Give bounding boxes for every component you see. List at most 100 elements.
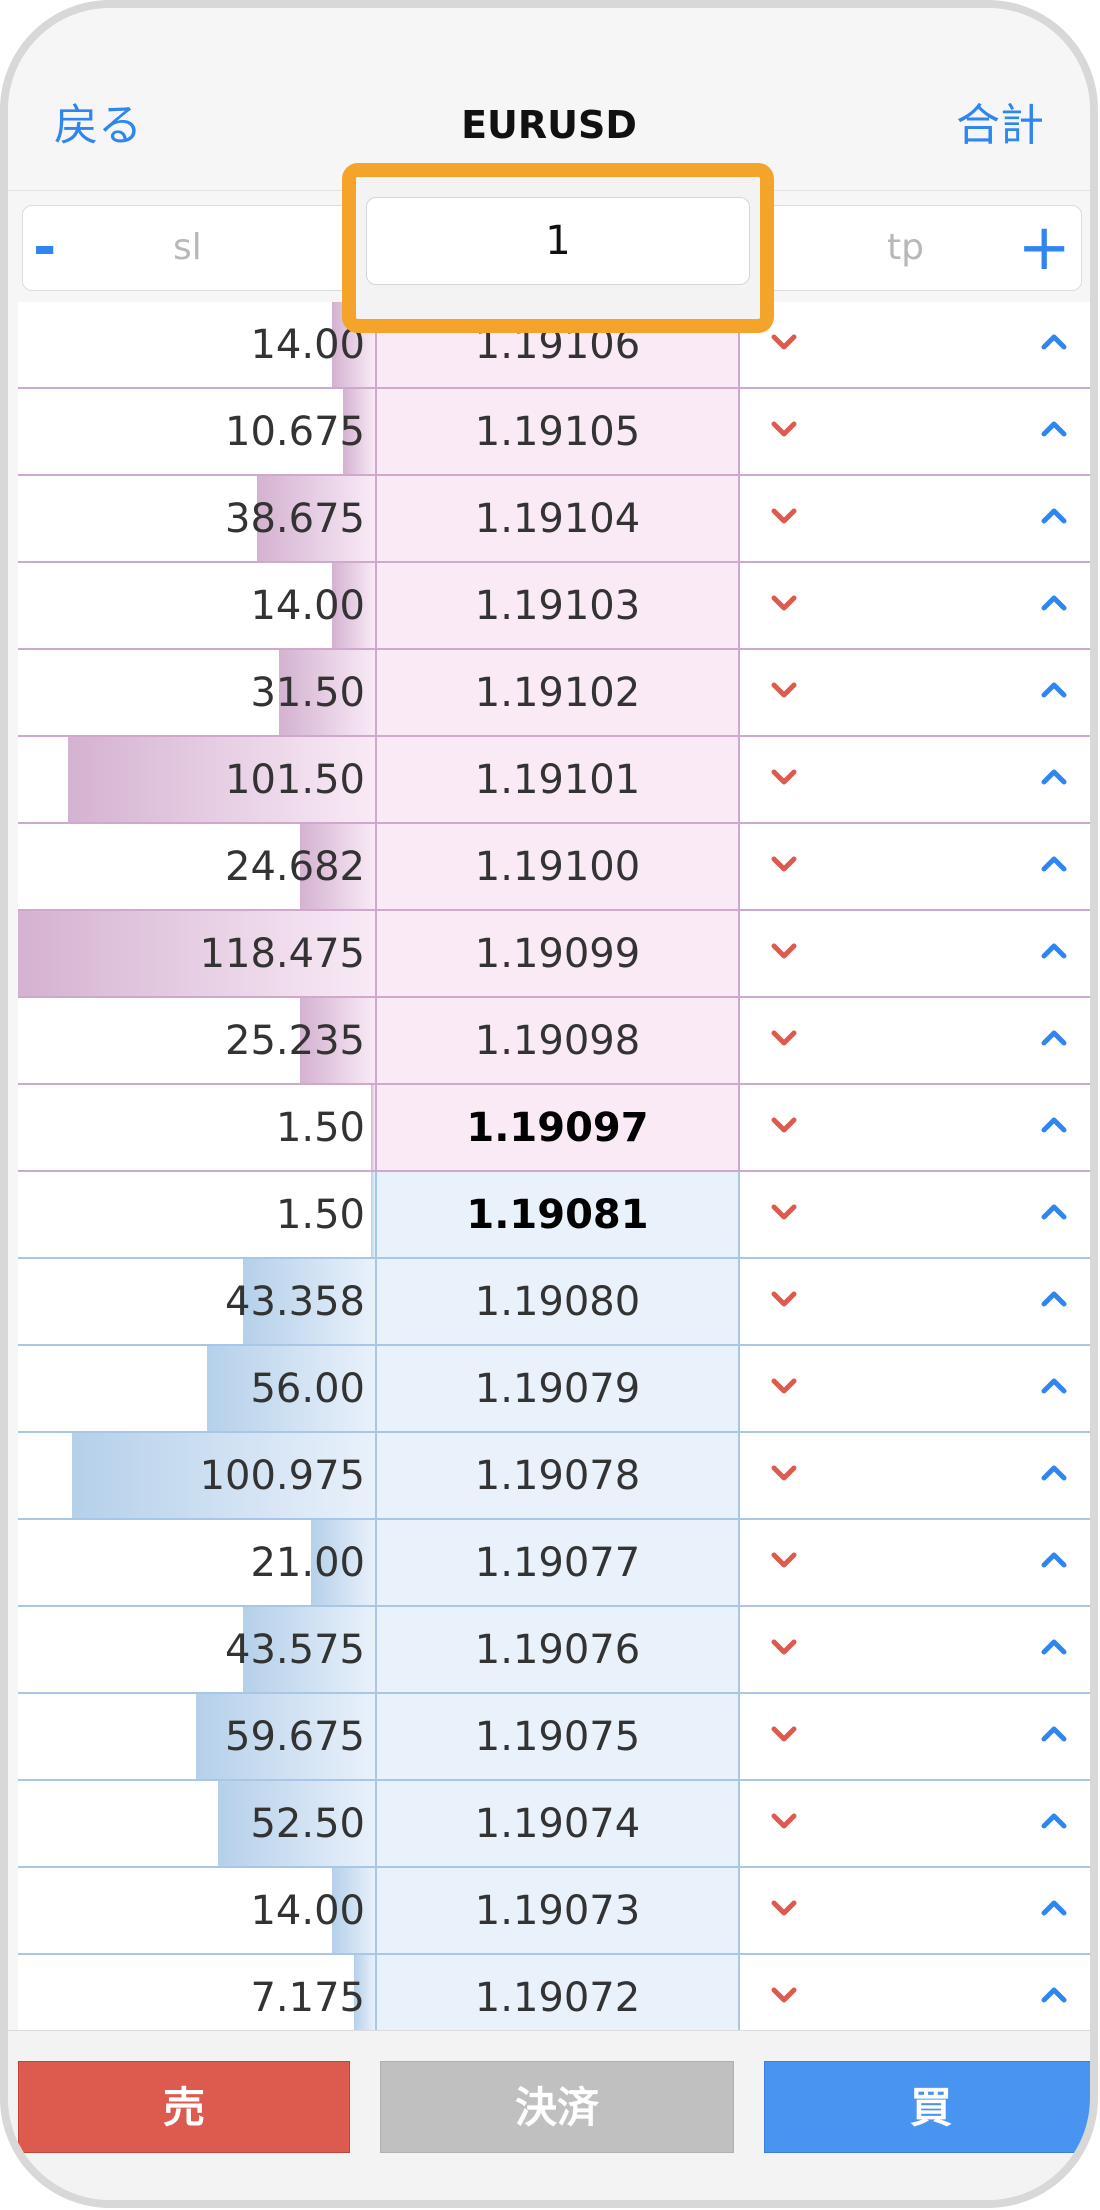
volume-cell: 43.358 — [18, 1259, 375, 1344]
bid-row: 56.00 1.19079 — [18, 1346, 1090, 1433]
take-profit-field[interactable]: tp + — [736, 205, 1082, 291]
ask-row: 14.00 1.19103 — [18, 563, 1090, 650]
price-value: 1.19101 — [375, 737, 740, 822]
volume-cell: 59.675 — [18, 1694, 375, 1779]
price-value: 1.19099 — [375, 911, 740, 996]
volume-value: 43.575 — [225, 1627, 365, 1673]
chevron-down-icon[interactable] — [764, 409, 804, 449]
volume-cell: 52.50 — [18, 1781, 375, 1866]
stop-loss-field[interactable]: - sl · — [22, 205, 368, 291]
chevron-up-icon[interactable] — [1034, 757, 1074, 797]
chevron-up-icon[interactable] — [1034, 1279, 1074, 1319]
volume-cell: 14.00 — [18, 1868, 375, 1953]
chevron-up-icon[interactable] — [1034, 1540, 1074, 1580]
chevron-up-icon[interactable] — [1034, 670, 1074, 710]
chevron-down-icon[interactable] — [764, 1627, 804, 1667]
buy-button[interactable]: 買 — [764, 2061, 1090, 2153]
volume-cell: 7.175 — [18, 1955, 375, 2040]
sell-button[interactable]: 売 — [18, 2061, 350, 2153]
chevron-up-icon[interactable] — [1034, 583, 1074, 623]
volume-cell: 101.50 — [18, 737, 375, 822]
chevron-up-icon[interactable] — [1034, 1105, 1074, 1145]
volume-cell: 1.50 — [18, 1172, 375, 1257]
volume-cell: 24.682 — [18, 824, 375, 909]
chevron-up-icon[interactable] — [1034, 1801, 1074, 1841]
price-value: 1.19073 — [375, 1868, 740, 1953]
chevron-down-icon[interactable] — [764, 1540, 804, 1580]
volume-input[interactable]: 1 — [366, 197, 750, 285]
volume-value: 25.235 — [225, 1018, 365, 1064]
chevron-down-icon[interactable] — [764, 583, 804, 623]
volume-value: 52.50 — [250, 1801, 365, 1847]
ask-row: 25.235 1.19098 — [18, 998, 1090, 1085]
chevron-down-icon[interactable] — [764, 1975, 804, 2015]
bid-row: 7.175 1.19072 — [18, 1955, 1090, 2042]
chevron-up-icon[interactable] — [1034, 1714, 1074, 1754]
chevron-down-icon[interactable] — [764, 496, 804, 536]
price-value: 1.19081 — [375, 1172, 740, 1257]
chevron-up-icon[interactable] — [1034, 1192, 1074, 1232]
chevron-up-icon[interactable] — [1034, 409, 1074, 449]
chevron-down-icon[interactable] — [764, 1888, 804, 1928]
price-value: 1.19100 — [375, 824, 740, 909]
chevron-down-icon[interactable] — [764, 1366, 804, 1406]
ask-row: 101.50 1.19101 — [18, 737, 1090, 824]
price-value: 1.19104 — [375, 476, 740, 561]
chevron-down-icon[interactable] — [764, 1714, 804, 1754]
chevron-up-icon[interactable] — [1034, 1975, 1074, 2015]
volume-value: 43.358 — [225, 1279, 365, 1325]
volume-value: 14.00 — [250, 1888, 365, 1934]
chevron-up-icon[interactable] — [1034, 496, 1074, 536]
chevron-down-icon[interactable] — [764, 844, 804, 884]
volume-value: 56.00 — [250, 1366, 365, 1412]
bid-row: 52.50 1.19074 — [18, 1781, 1090, 1868]
volume-cell: 31.50 — [18, 650, 375, 735]
volume-cell: 118.475 — [18, 911, 375, 996]
chevron-down-icon[interactable] — [764, 1453, 804, 1493]
chevron-up-icon[interactable] — [1034, 1888, 1074, 1928]
price-value: 1.19076 — [375, 1607, 740, 1692]
volume-value: 118.475 — [199, 931, 365, 977]
volume-cell: 43.575 — [18, 1607, 375, 1692]
chevron-down-icon[interactable] — [764, 1279, 804, 1319]
chevron-down-icon[interactable] — [764, 1018, 804, 1058]
price-value: 1.19077 — [375, 1520, 740, 1605]
chevron-down-icon[interactable] — [764, 670, 804, 710]
volume-value: 101.50 — [225, 757, 365, 803]
phone-frame: 戻る EURUSD 合計 - sl · tp + 1 14.001.191061… — [0, 0, 1098, 2208]
price-value: 1.19078 — [375, 1433, 740, 1518]
chevron-up-icon[interactable] — [1034, 322, 1074, 362]
bid-row: 14.00 1.19073 — [18, 1868, 1090, 1955]
chevron-up-icon[interactable] — [1034, 1627, 1074, 1667]
chevron-down-icon[interactable] — [764, 322, 804, 362]
chevron-down-icon[interactable] — [764, 1105, 804, 1145]
total-button[interactable]: 合計 — [956, 104, 1044, 148]
volume-cell: 25.235 — [18, 998, 375, 1083]
order-book: 14.00 1.19106 10.675 1.19105 38.675 1.19104 14… — [18, 302, 1090, 2042]
bid-row: 1.50 1.19081 — [18, 1172, 1090, 1259]
chevron-up-icon[interactable] — [1034, 1453, 1074, 1493]
chevron-up-icon[interactable] — [1034, 844, 1074, 884]
minus-icon[interactable]: - — [33, 220, 56, 276]
ask-row: 1.50 1.19097 — [18, 1085, 1090, 1172]
plus-icon[interactable]: + — [1017, 216, 1071, 280]
price-value: 1.19074 — [375, 1781, 740, 1866]
chevron-up-icon[interactable] — [1034, 1366, 1074, 1406]
chevron-down-icon[interactable] — [764, 931, 804, 971]
bid-row: 59.675 1.19075 — [18, 1694, 1090, 1781]
chevron-down-icon[interactable] — [764, 1192, 804, 1232]
price-value: 1.19103 — [375, 563, 740, 648]
chevron-up-icon[interactable] — [1034, 1018, 1074, 1058]
action-bar: 売 決済 買 — [8, 2030, 1090, 2200]
chevron-down-icon[interactable] — [764, 1801, 804, 1841]
volume-cell: 38.675 — [18, 476, 375, 561]
close-position-button[interactable]: 決済 — [380, 2061, 734, 2153]
chevron-up-icon[interactable] — [1034, 931, 1074, 971]
volume-cell: 14.00 — [18, 563, 375, 648]
volume-value: 38.675 — [225, 496, 365, 542]
chevron-down-icon[interactable] — [764, 757, 804, 797]
volume-value: 1.50 — [275, 1105, 365, 1151]
price-value: 1.19080 — [375, 1259, 740, 1344]
price-value: 1.19102 — [375, 650, 740, 735]
volume-cell: 100.975 — [18, 1433, 375, 1518]
